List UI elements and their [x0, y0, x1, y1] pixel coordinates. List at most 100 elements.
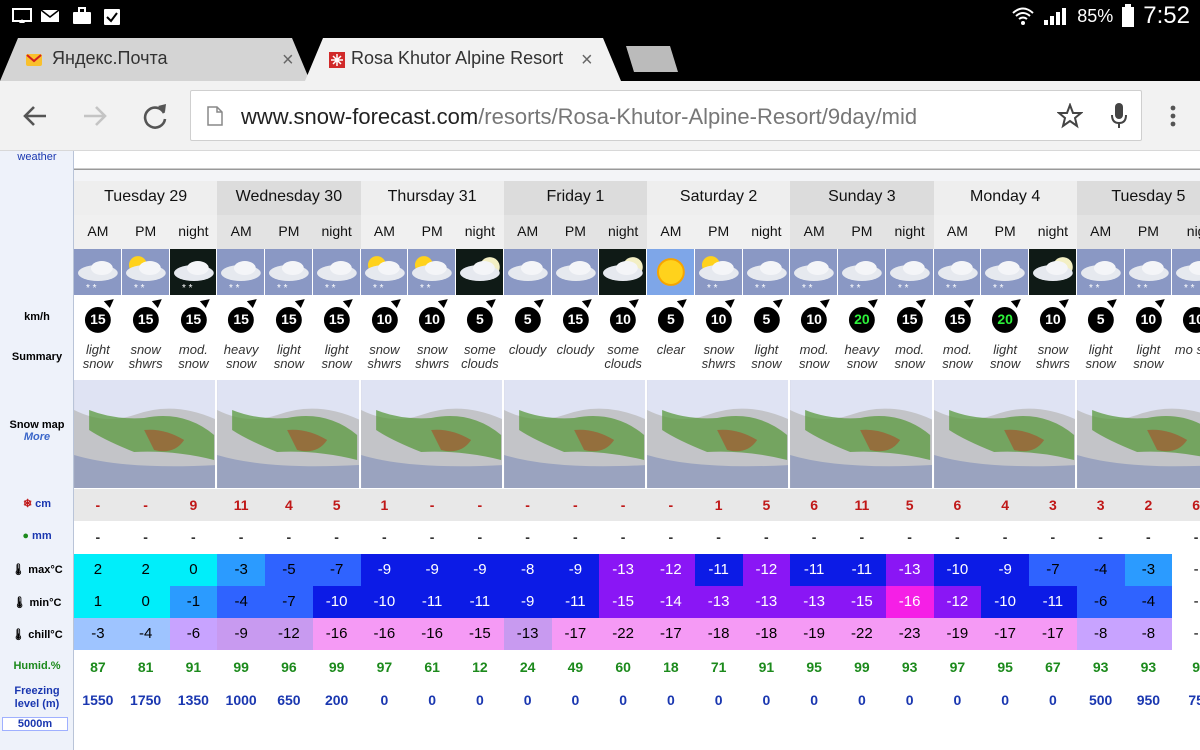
- rain-mm-value: -: [408, 521, 456, 553]
- max-temp-value: -5: [265, 554, 313, 586]
- snow-map-thumbnail[interactable]: [790, 380, 933, 488]
- wind-speed: 5: [666, 311, 675, 327]
- rain-mm-value: -: [838, 521, 886, 553]
- day-header: Saturday 2: [647, 181, 791, 215]
- bookmark-star-icon[interactable]: [1057, 103, 1083, 129]
- microphone-icon[interactable]: [1109, 101, 1129, 131]
- period-label: AM: [74, 215, 122, 249]
- clipboard-check-icon: [104, 9, 120, 25]
- back-icon[interactable]: [20, 101, 50, 131]
- tab-rosa-khutor[interactable]: Rosa Khutor Alpine Resort ×: [305, 36, 625, 81]
- humidity-value: 91: [742, 651, 791, 683]
- chill-temp-value: -18: [694, 618, 743, 650]
- new-tab-button[interactable]: [622, 44, 682, 74]
- snow-map-thumbnail[interactable]: [74, 380, 217, 488]
- snow-cm-value: 2: [1124, 489, 1173, 521]
- label-snow-map: Snow map More: [0, 419, 74, 443]
- tab-yandex-mail[interactable]: Яндекс.Почта ×: [0, 36, 318, 81]
- period-label: night: [1029, 215, 1077, 249]
- close-icon[interactable]: ×: [282, 49, 294, 72]
- svg-text:* *: * *: [993, 283, 1004, 294]
- wind-arrow: 10: [360, 295, 409, 339]
- snow-map-thumbnail[interactable]: [1076, 380, 1200, 488]
- rain-mm-value: -: [456, 521, 504, 553]
- moon-cloud-icon: [1029, 249, 1077, 295]
- day-header: Thursday 31: [360, 181, 504, 215]
- min-temp-value: -: [1172, 586, 1200, 618]
- snow-map-thumbnail[interactable]: [503, 380, 646, 488]
- snow-map-thumbnail[interactable]: [360, 380, 503, 488]
- label-humid: Humid.%: [13, 660, 61, 672]
- address-bar[interactable]: www.snow-forecast.com/resorts/Rosa-Khuto…: [190, 90, 1142, 141]
- max-temp-value: -: [1172, 554, 1200, 586]
- svg-text:* *: * *: [229, 283, 240, 294]
- snow-map-more-link[interactable]: More: [0, 431, 74, 443]
- humidity-value: 9: [1172, 651, 1200, 683]
- snow-cm-value: 11: [838, 489, 886, 521]
- forward-icon[interactable]: [80, 101, 110, 131]
- day-header: Tuesday 5: [1076, 181, 1200, 215]
- snow-cm-value: -: [503, 489, 552, 521]
- sun-icon: [647, 249, 695, 295]
- battery-percent: 85%: [1077, 5, 1114, 26]
- summary-text: light snow: [321, 342, 352, 371]
- freezing-level-value: 1350: [169, 684, 218, 716]
- rain-mm-value: -: [1029, 521, 1077, 553]
- wind-speed: 10: [615, 311, 631, 327]
- cloud-snow-icon: * *: [838, 249, 886, 295]
- snow-map-thumbnail[interactable]: [933, 380, 1076, 488]
- cloud-snow-icon: * *: [1124, 249, 1173, 295]
- snow-cm-value: -: [74, 489, 122, 521]
- rain-mm-value: -: [360, 521, 409, 553]
- summary-text: snow shwrs: [1035, 342, 1070, 371]
- snow-map-thumbnail[interactable]: [647, 380, 790, 488]
- chill-temp-value: -16: [408, 618, 456, 650]
- freezing-level-value: 0: [790, 684, 838, 716]
- min-temp-value: 0: [121, 586, 170, 618]
- wind-speed: 10: [806, 311, 822, 327]
- rain-mm-value: -: [885, 521, 934, 553]
- wind-arrow: 15: [551, 295, 600, 339]
- cloud-snow-icon: * *: [933, 249, 982, 295]
- cloud-icon: [503, 249, 552, 295]
- summary-text: light snow: [82, 342, 114, 371]
- freezing-level-value: 0: [456, 684, 504, 716]
- freezing-level-value: 0: [885, 684, 934, 716]
- chill-temp-value: -18: [742, 618, 791, 650]
- wind-speed: 20: [997, 311, 1013, 327]
- reload-icon[interactable]: [140, 101, 170, 131]
- signal-icon: [1044, 8, 1067, 25]
- min-temp-value: -4: [217, 586, 265, 618]
- chill-temp-value: -13: [503, 618, 552, 650]
- label-freezing: Freezing level (m): [14, 685, 60, 710]
- status-bar: 85% 7:52: [0, 0, 1200, 32]
- freezing-level-value: 200: [312, 684, 361, 716]
- label-min-text: min°C: [29, 596, 62, 609]
- url-text[interactable]: www.snow-forecast.com/resorts/Rosa-Khuto…: [241, 104, 917, 130]
- freezing-level-value: 0: [933, 684, 982, 716]
- chill-temp-value: -22: [838, 618, 886, 650]
- svg-text:* *: * *: [372, 283, 383, 294]
- humidity-value: 99: [217, 651, 265, 683]
- rain-mm-value: -: [1124, 521, 1173, 553]
- max-temp-value: -12: [647, 554, 695, 586]
- label-snow-cm: ❄ cm: [0, 497, 74, 511]
- min-temp-value: -11: [551, 586, 600, 618]
- summary-text: heavy snow: [844, 342, 880, 371]
- close-icon[interactable]: ×: [581, 49, 593, 72]
- wind-speed: 20: [854, 311, 870, 327]
- humidity-value: 97: [933, 651, 982, 683]
- cloud-snow-icon: * *: [312, 249, 361, 295]
- snow-map-thumbnail[interactable]: [217, 380, 360, 488]
- wind-arrow: 15: [265, 295, 313, 339]
- chill-temp-value: -17: [981, 618, 1029, 650]
- cloud-snow-icon: * *: [1076, 249, 1125, 295]
- max-temp-value: -7: [312, 554, 361, 586]
- menu-icon[interactable]: [1158, 101, 1188, 131]
- summary-text: mod. snow: [178, 342, 209, 371]
- svg-text:* *: * *: [850, 283, 861, 294]
- min-temp-value: -12: [933, 586, 982, 618]
- thermometer-icon: 🌡: [11, 629, 26, 641]
- min-temp-value: -13: [790, 586, 838, 618]
- max-temp-value: -9: [456, 554, 504, 586]
